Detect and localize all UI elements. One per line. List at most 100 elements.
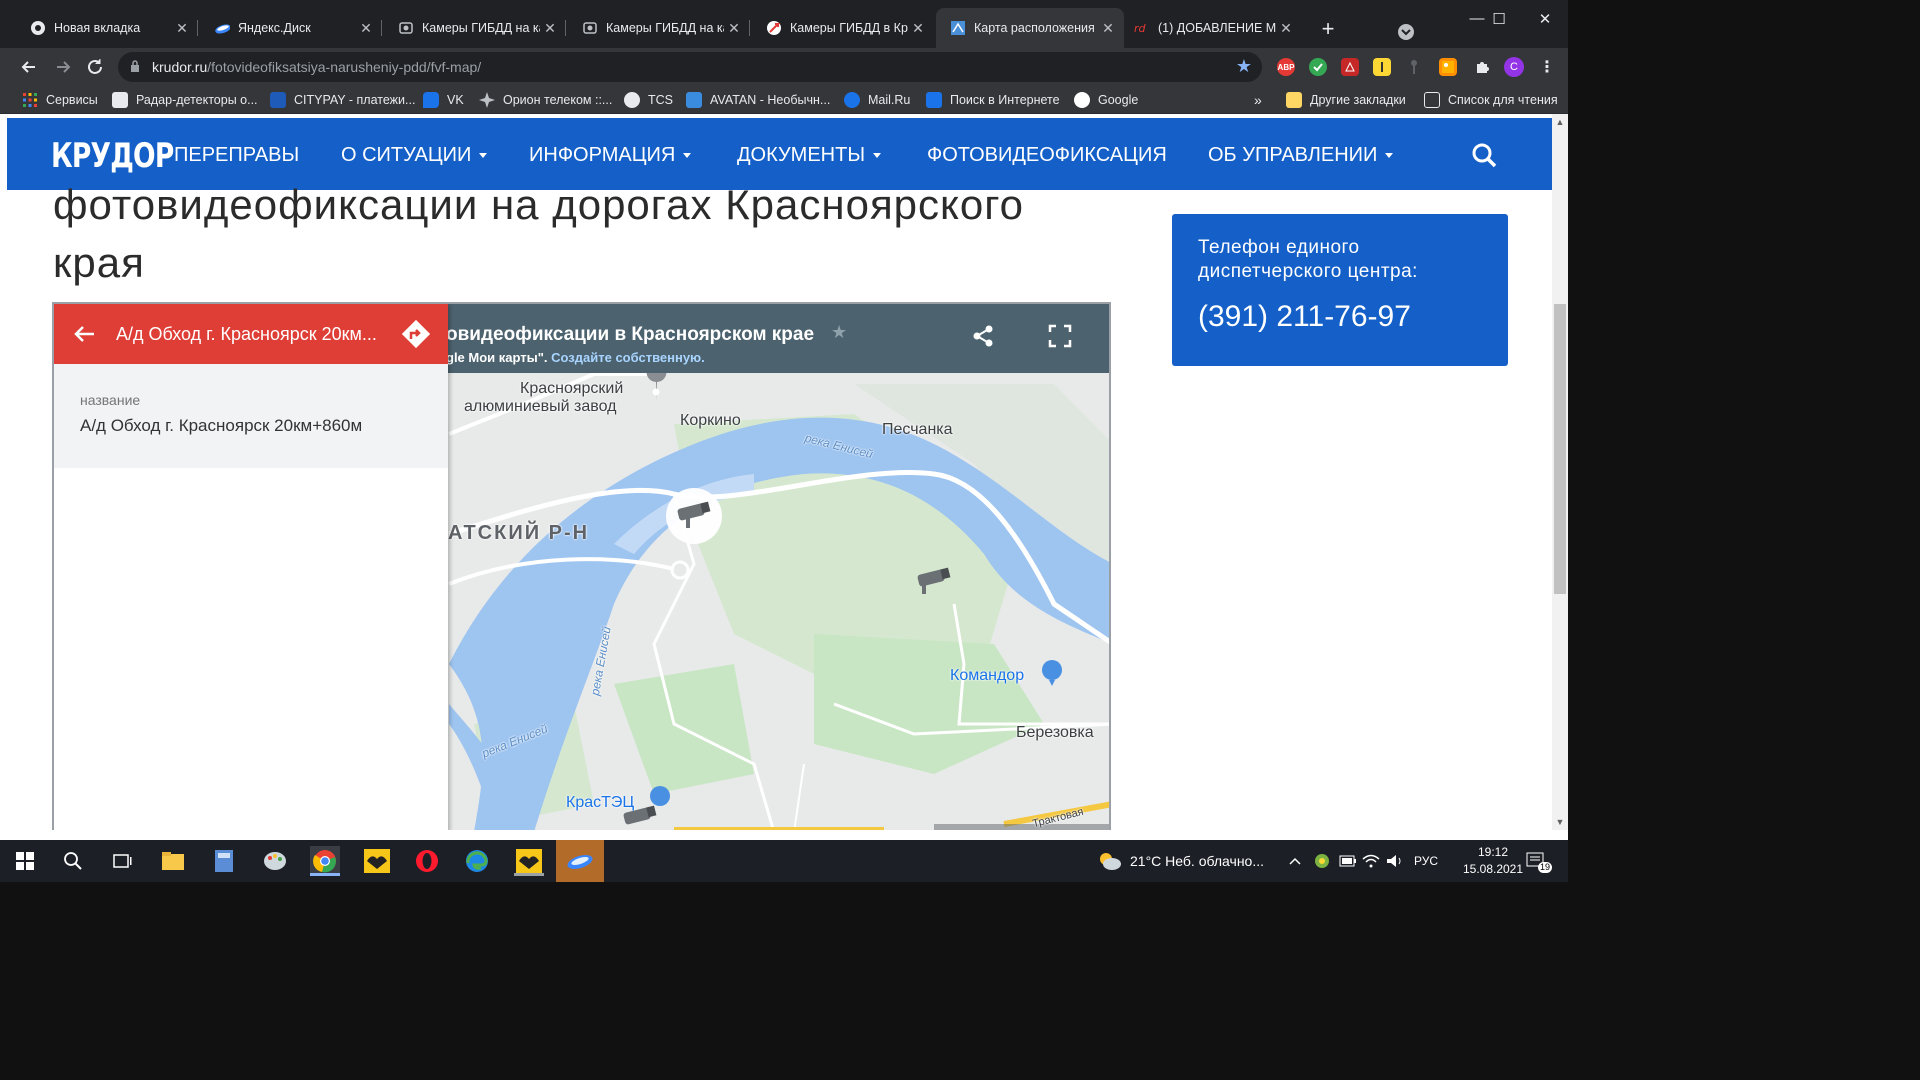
tab-new-tab[interactable]: Новая вкладка ✕ xyxy=(8,8,198,48)
weather-cloud-icon xyxy=(1100,853,1121,870)
calculator-icon[interactable] xyxy=(209,846,239,876)
directions-icon[interactable] xyxy=(400,318,432,350)
new-tab-button[interactable]: + xyxy=(1316,16,1340,42)
key-extension-icon[interactable] xyxy=(1405,58,1423,76)
nav-information[interactable]: ИНФОРМАЦИЯ xyxy=(529,144,692,167)
share-icon[interactable] xyxy=(971,324,995,348)
bookmark-search[interactable]: Поиск в Интернете xyxy=(926,91,1060,109)
fullscreen-icon[interactable] xyxy=(1048,324,1072,348)
phone-number[interactable]: (391) 211-76-97 xyxy=(1198,300,1411,334)
camera-marker[interactable] xyxy=(914,566,954,596)
page-title: фотовидеофиксации на дорогах Красноярско… xyxy=(53,181,1025,286)
map-subtitle: gle Мои карты". Создайте собственную. xyxy=(446,350,705,365)
bookmark-citypay[interactable]: CITYPAY - платежи... xyxy=(270,91,415,109)
tab-map-active[interactable]: Карта расположения ✕ xyxy=(936,8,1124,48)
close-tab-icon[interactable]: ✕ xyxy=(724,20,744,37)
chrome-taskbar-icon[interactable] xyxy=(310,846,340,876)
menu-kebab-icon[interactable]: ⋮ xyxy=(1538,58,1556,76)
reading-list-button[interactable]: Список для чтения xyxy=(1424,91,1558,109)
reload-button[interactable] xyxy=(82,54,108,80)
tray-chevron-icon[interactable] xyxy=(1288,840,1302,882)
scroll-down-icon[interactable]: ▼ xyxy=(1552,814,1568,830)
close-tab-icon[interactable]: ✕ xyxy=(540,20,560,37)
tray-green-icon[interactable] xyxy=(1314,840,1330,882)
map-icon xyxy=(950,20,966,36)
bookmark-orion[interactable]: Орион телеком ::... xyxy=(479,91,612,109)
site-logo[interactable]: КРУДОР xyxy=(51,136,174,176)
google-icon xyxy=(1074,92,1090,108)
nav-crossings[interactable]: ПЕРЕПРАВЫ xyxy=(174,144,299,167)
close-tab-icon[interactable]: ✕ xyxy=(1276,20,1296,37)
weather-widget[interactable]: 21°C Неб. облачно... xyxy=(1098,840,1264,882)
task-view-icon[interactable] xyxy=(107,846,137,876)
tab-cameras-1[interactable]: Камеры ГИБДД на ка ✕ xyxy=(376,8,566,48)
forward-button[interactable] xyxy=(50,54,76,80)
bookmark-star-icon[interactable]: ★ xyxy=(1236,56,1252,77)
check-extension-icon[interactable] xyxy=(1309,58,1327,76)
tab-rd[interactable]: rd (1) ДОБАВЛЕНИЕ МО ✕ xyxy=(1112,8,1302,48)
star-icon[interactable]: ★ xyxy=(831,322,847,343)
url-text: krudor.ru/fotovideofiksatsiya-narusheniy… xyxy=(152,59,482,75)
embedded-map[interactable]: Красноярский алюминиевый завод Коркино П… xyxy=(52,302,1111,830)
paint-icon[interactable] xyxy=(260,846,290,876)
bookmark-services[interactable]: Сервисы xyxy=(22,91,98,109)
battery-icon[interactable] xyxy=(1339,840,1357,882)
bookmark-google[interactable]: Google xyxy=(1074,91,1138,109)
language-indicator[interactable]: РУС xyxy=(1414,840,1438,882)
close-tab-icon[interactable]: ✕ xyxy=(172,20,192,37)
extensions-puzzle-icon[interactable] xyxy=(1473,58,1491,76)
wifi-icon[interactable] xyxy=(1362,840,1380,882)
close-tab-icon[interactable]: ✕ xyxy=(908,20,928,37)
image-extension-icon[interactable] xyxy=(1439,58,1457,76)
volume-icon[interactable] xyxy=(1386,840,1404,882)
tab-title: (1) ДОБАВЛЕНИЕ МО xyxy=(1158,21,1276,35)
opera-icon[interactable] xyxy=(412,846,442,876)
bookmarks-overflow-button[interactable]: » xyxy=(1254,91,1262,109)
adblock-extension-icon[interactable]: ABP xyxy=(1277,58,1295,76)
nav-situation[interactable]: О СИТУАЦИИ xyxy=(341,144,488,167)
bookmark-vk[interactable]: VK xyxy=(423,91,464,109)
tab-cameras-2[interactable]: Камеры ГИБДД на ка ✕ xyxy=(560,8,750,48)
scrollbar-thumb[interactable] xyxy=(1554,304,1566,594)
tab-yandex-disk[interactable]: Яндекс.Диск ✕ xyxy=(192,8,382,48)
back-arrow-icon[interactable] xyxy=(70,320,98,348)
back-button[interactable] xyxy=(16,54,42,80)
camera-marker-selected[interactable] xyxy=(674,500,714,530)
bookmark-avatan[interactable]: AVATAN - Необычн... xyxy=(686,91,830,109)
yandex-disk-taskbar-icon[interactable] xyxy=(556,840,604,882)
chrome-icon xyxy=(30,20,46,36)
nav-about[interactable]: ОБ УПРАВЛЕНИИ xyxy=(1208,144,1394,167)
nav-documents[interactable]: ДОКУМЕНТЫ xyxy=(737,144,882,167)
address-bar[interactable]: krudor.ru/fotovideofiksatsiya-narusheniy… xyxy=(118,52,1262,82)
svg-text:rd: rd xyxy=(1134,22,1147,34)
maximize-button[interactable]: ☐ xyxy=(1476,10,1522,28)
tab-cameras-3[interactable]: Камеры ГИБДД в Кр ✕ xyxy=(744,8,934,48)
file-explorer-icon[interactable] xyxy=(158,846,188,876)
bookmark-mailru[interactable]: Mail.Ru xyxy=(844,91,910,109)
profile-avatar[interactable]: C xyxy=(1504,57,1524,77)
edge-icon[interactable] xyxy=(462,846,492,876)
other-bookmarks-folder[interactable]: Другие закладки xyxy=(1286,91,1406,109)
tab-title: Яндекс.Диск xyxy=(238,21,311,35)
nav-photo-video[interactable]: ФОТОВИДЕОФИКСАЦИЯ xyxy=(927,144,1167,167)
search-icon[interactable] xyxy=(1471,142,1497,168)
bookmark-tcs[interactable]: TCS xyxy=(624,91,673,109)
close-window-button[interactable]: ✕ xyxy=(1522,10,1568,28)
chevron-down-icon xyxy=(873,153,882,159)
scroll-up-icon[interactable]: ▲ xyxy=(1552,114,1568,130)
notifications-button[interactable]: 19 xyxy=(1526,840,1553,882)
camera-marker[interactable] xyxy=(620,804,660,830)
batman-app-icon[interactable] xyxy=(362,846,392,876)
pdf-extension-icon[interactable] xyxy=(1341,58,1359,76)
close-tab-icon[interactable]: ✕ xyxy=(356,20,376,37)
windows-start-icon[interactable] xyxy=(10,846,40,876)
taskbar-search-icon[interactable] xyxy=(58,846,88,876)
yellow-extension-icon[interactable] xyxy=(1373,58,1391,76)
page-scrollbar[interactable]: ▲ ▼ xyxy=(1552,114,1568,830)
bookmark-radar[interactable]: Радар-детекторы о... xyxy=(112,91,258,109)
system-clock[interactable]: 19:12 15.08.2021 xyxy=(1456,844,1530,878)
create-own-map-link[interactable]: Создайте собственную. xyxy=(551,350,705,365)
chevron-down-icon xyxy=(1385,153,1394,159)
batman-app-icon-2[interactable] xyxy=(514,846,544,876)
tab-search-button[interactable] xyxy=(1398,24,1414,40)
